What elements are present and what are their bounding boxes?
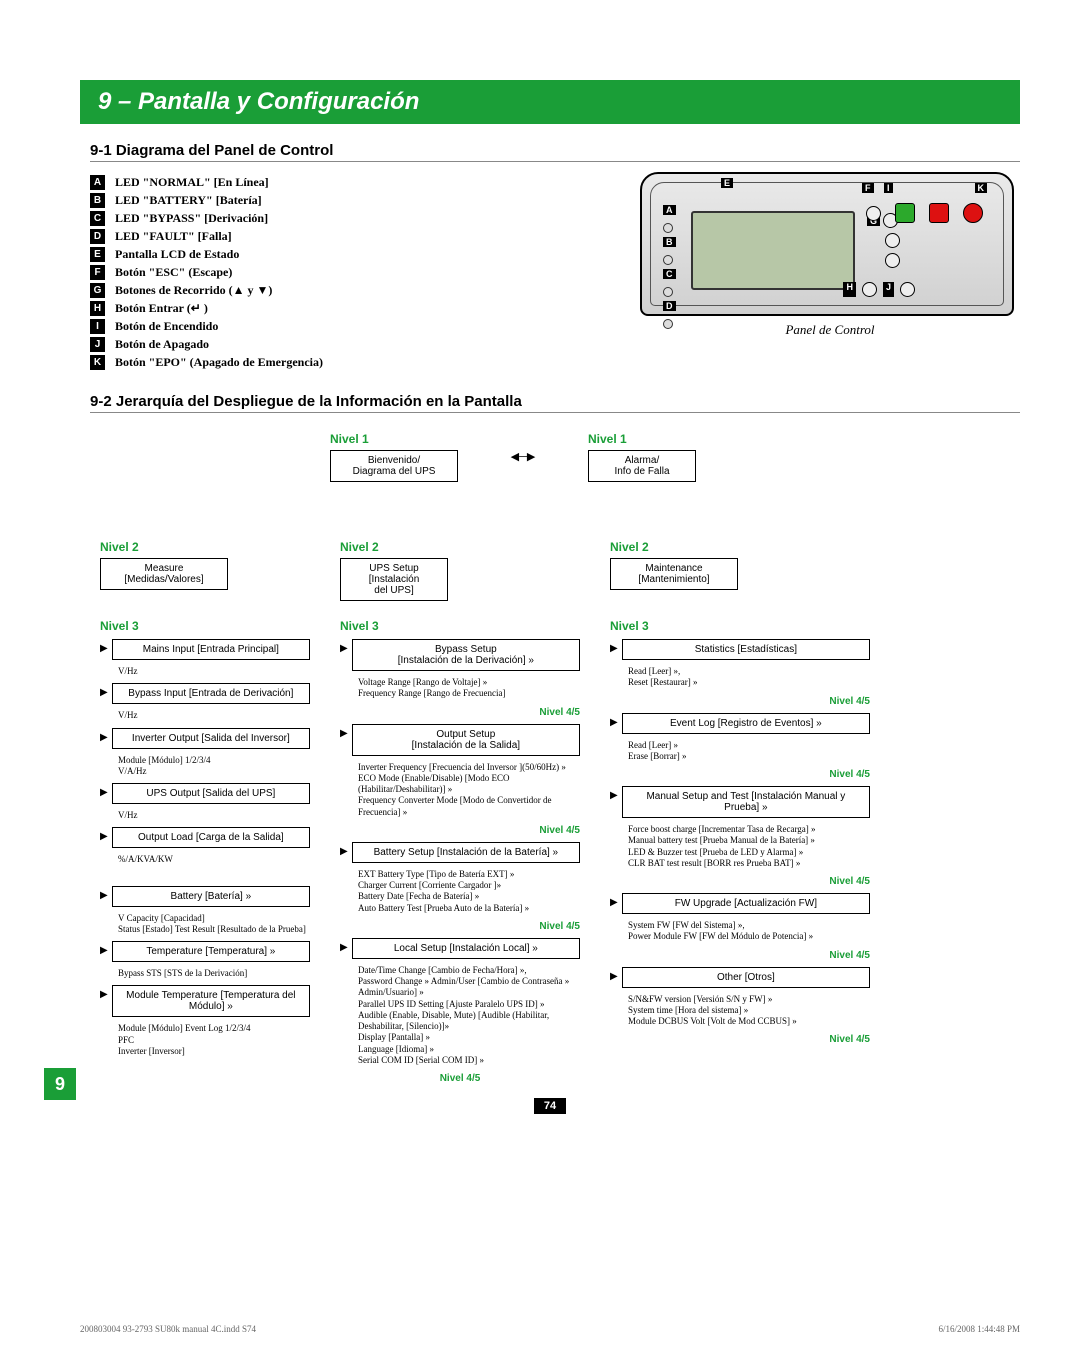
legend-key: J bbox=[90, 337, 105, 352]
l45c: Nivel 4/5 bbox=[539, 921, 580, 932]
b-temp: Temperature [Temperatura] » bbox=[112, 941, 310, 962]
b-manual: Manual Setup and Test [Instalación Manua… bbox=[622, 786, 870, 818]
d-other: S/N&FW version [Versión S/N y FW] » Syst… bbox=[628, 994, 870, 1028]
legend-text: Botón "EPO" (Apagado de Emergencia) bbox=[115, 355, 323, 370]
l45f: Nivel 4/5 bbox=[829, 769, 870, 780]
legend-item-I: I Botón de Encendido bbox=[90, 319, 610, 334]
page-number: 74 bbox=[534, 1098, 566, 1114]
b-load: Output Load [Carga de la Salida] bbox=[112, 827, 310, 848]
level-2b-label: Nivel 2 bbox=[340, 540, 379, 554]
legend-text: Botón Entrar (↵ ) bbox=[115, 301, 208, 316]
d-local: Date/Time Change [Cambio de Fecha/Hora] … bbox=[358, 965, 580, 1066]
footer-left: 200803004 93-2793 SU80k manual 4C.indd S… bbox=[80, 1324, 256, 1334]
legend-text: LED "BYPASS" [Derivación] bbox=[115, 211, 268, 226]
b-bypassin: Bypass Input [Entrada de Derivación] bbox=[112, 683, 310, 704]
d-mains: V/Hz bbox=[118, 666, 310, 677]
l45h: Nivel 4/5 bbox=[829, 950, 870, 961]
l45e: Nivel 4/5 bbox=[829, 696, 870, 707]
legend-key: C bbox=[90, 211, 105, 226]
legend-item-E: E Pantalla LCD de Estado bbox=[90, 247, 610, 262]
b-upsout: UPS Output [Salida del UPS] bbox=[112, 783, 310, 804]
legend-text: Botón "ESC" (Escape) bbox=[115, 265, 232, 280]
b-stats: Statistics [Estadísticas] bbox=[622, 639, 870, 660]
d-batts: EXT Battery Type [Tipo de Batería EXT] »… bbox=[358, 869, 580, 914]
d-stats: Read [Leer] », Reset [Restaurar] » bbox=[628, 666, 870, 689]
legend-key: I bbox=[90, 319, 105, 334]
b-mains: Mains Input [Entrada Principal] bbox=[112, 639, 310, 660]
legend-text: Botones de Recorrido (▲ y ▼) bbox=[115, 283, 272, 298]
legend-item-G: G Botones de Recorrido (▲ y ▼) bbox=[90, 283, 610, 298]
l45b: Nivel 4/5 bbox=[539, 825, 580, 836]
box-ups-setup: UPS Setup [Instalación del UPS] bbox=[340, 558, 448, 601]
box-maintenance: Maintenance [Mantenimiento] bbox=[610, 558, 738, 590]
legend-list: A LED "NORMAL" [En Línea] B LED "BATTERY" [… bbox=[90, 172, 610, 373]
panel-caption: Panel de Control bbox=[640, 322, 1020, 338]
d-fw: System FW [FW del Sistema] », Power Modu… bbox=[628, 920, 870, 943]
legend-key: F bbox=[90, 265, 105, 280]
legend-item-F: F Botón "ESC" (Escape) bbox=[90, 265, 610, 280]
legend-item-B: B LED "BATTERY" [Batería] bbox=[90, 193, 610, 208]
legend-text: Botón de Encendido bbox=[115, 319, 218, 334]
box-welcome: Bienvenido/ Diagrama del UPS bbox=[330, 450, 458, 482]
b-batts: Battery Setup [Instalación de la Batería… bbox=[352, 842, 580, 863]
legend-text: Pantalla LCD de Estado bbox=[115, 247, 239, 262]
l45i: Nivel 4/5 bbox=[829, 1034, 870, 1045]
d-byp: Voltage Range [Rango de Voltaje] » Frequ… bbox=[358, 677, 580, 700]
legend-key: D bbox=[90, 229, 105, 244]
b-inverter: Inverter Output [Salida del Inversor] bbox=[112, 728, 310, 749]
level-2a-label: Nivel 2 bbox=[100, 540, 139, 554]
legend-text: Botón de Apagado bbox=[115, 337, 209, 352]
l45d: Nivel 4/5 bbox=[440, 1073, 481, 1084]
d-battery: V Capacity [Capacidad] Status [Estado] T… bbox=[118, 913, 310, 936]
legend-item-A: A LED "NORMAL" [En Línea] bbox=[90, 175, 610, 190]
section-tab: 9 bbox=[44, 1068, 76, 1100]
l45a: Nivel 4/5 bbox=[539, 707, 580, 718]
subsection-9-1: 9-1 Diagrama del Panel de Control bbox=[90, 142, 1020, 162]
legend-text: LED "NORMAL" [En Línea] bbox=[115, 175, 269, 190]
legend-key: G bbox=[90, 283, 105, 298]
b-event: Event Log [Registro de Eventos] » bbox=[622, 713, 870, 734]
b-fw: FW Upgrade [Actualización FW] bbox=[622, 893, 870, 914]
control-panel-figure: A B C D E G F I bbox=[640, 172, 1014, 316]
legend-text: LED "FAULT" [Falla] bbox=[115, 229, 232, 244]
b-local: Local Setup [Instalación Local] » bbox=[352, 938, 580, 959]
legend-key: A bbox=[90, 175, 105, 190]
d-event: Read [Leer] » Erase [Borrar] » bbox=[628, 740, 870, 763]
b-battery: Battery [Batería] » bbox=[112, 886, 310, 907]
level-2c-label: Nivel 2 bbox=[610, 540, 649, 554]
legend-key: K bbox=[90, 355, 105, 370]
level-3a-label: Nivel 3 bbox=[100, 619, 139, 633]
l45g: Nivel 4/5 bbox=[829, 876, 870, 887]
b-other: Other [Otros] bbox=[622, 967, 870, 988]
footer-right: 6/16/2008 1:44:48 PM bbox=[938, 1324, 1020, 1334]
section-banner: 9 – Pantalla y Configuración bbox=[80, 80, 1020, 124]
d-upsout: V/Hz bbox=[118, 810, 310, 821]
legend-item-D: D LED "FAULT" [Falla] bbox=[90, 229, 610, 244]
subsection-9-2: 9-2 Jerarquía del Despliegue de la Infor… bbox=[90, 393, 1020, 413]
d-bypassin: V/Hz bbox=[118, 710, 310, 721]
legend-item-C: C LED "BYPASS" [Derivación] bbox=[90, 211, 610, 226]
level-3b-label: Nivel 3 bbox=[340, 619, 379, 633]
d-out: Inverter Frequency [Frecuencia del Inver… bbox=[358, 762, 580, 818]
level-1-label-b: Nivel 1 bbox=[588, 432, 627, 446]
box-measure: Measure [Medidas/Valores] bbox=[100, 558, 228, 590]
d-temp: Bypass STS [STS de la Derivación] bbox=[118, 968, 310, 979]
b-out: Output Setup [Instalación de la Salida] bbox=[352, 724, 580, 756]
d-modtemp: Module [Módulo] Event Log 1/2/3/4 PFC In… bbox=[118, 1023, 310, 1057]
level-1-label: Nivel 1 bbox=[330, 432, 369, 446]
d-load: %/A/KVA/KW bbox=[118, 854, 310, 865]
d-inverter: Module [Módulo] 1/2/3/4 V/A/Hz bbox=[118, 755, 310, 778]
legend-key: H bbox=[90, 301, 105, 316]
d-manual: Force boost charge [Incrementar Tasa de … bbox=[628, 824, 870, 869]
b-modtemp: Module Temperature [Temperatura del Módu… bbox=[112, 985, 310, 1017]
legend-item-H: H Botón Entrar (↵ ) bbox=[90, 301, 610, 316]
box-alarm: Alarma/ Info de Falla bbox=[588, 450, 696, 482]
legend-text: LED "BATTERY" [Batería] bbox=[115, 193, 262, 208]
level-3c-label: Nivel 3 bbox=[610, 619, 649, 633]
legend-item-J: J Botón de Apagado bbox=[90, 337, 610, 352]
legend-key: E bbox=[90, 247, 105, 262]
b-byp: Bypass Setup [Instalación de la Derivaci… bbox=[352, 639, 580, 671]
legend-item-K: K Botón "EPO" (Apagado de Emergencia) bbox=[90, 355, 610, 370]
legend-key: B bbox=[90, 193, 105, 208]
